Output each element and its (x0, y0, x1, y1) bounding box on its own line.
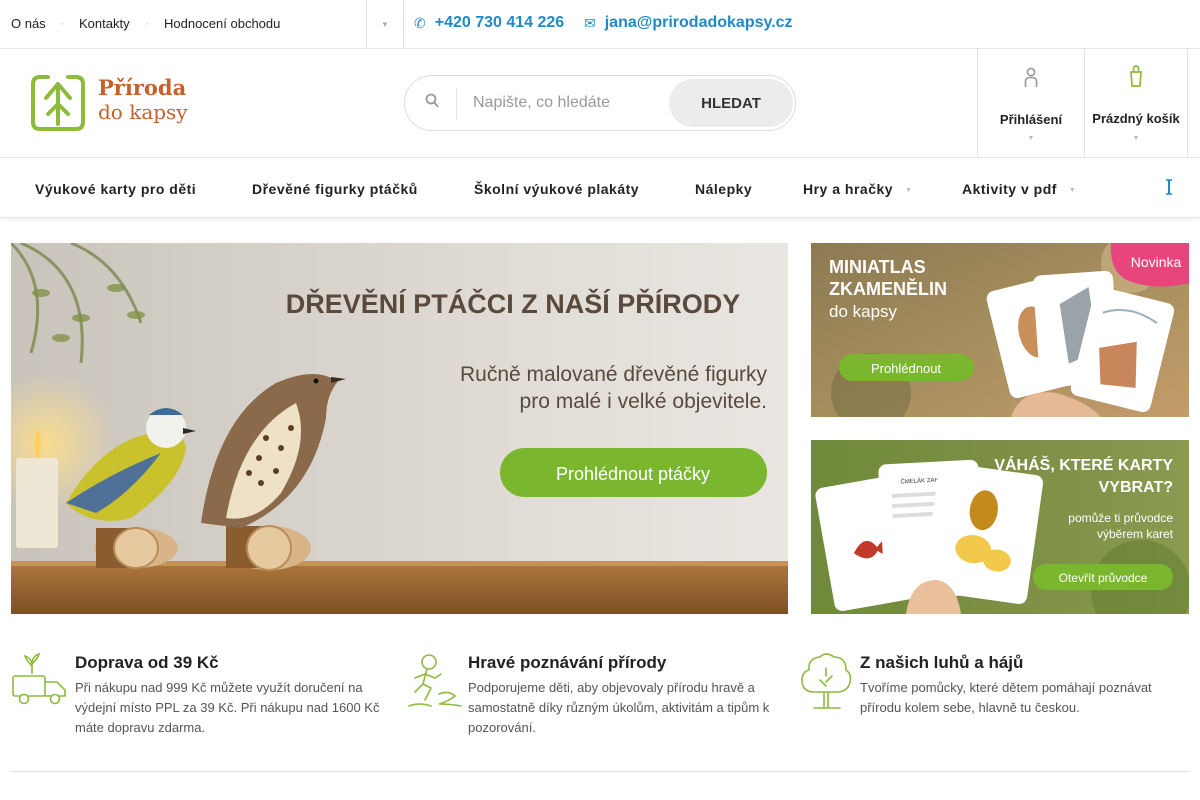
envelope-icon: ✉ (584, 14, 596, 31)
header: Příroda do kapsy HLEDAT Přihlášení ▼ Prá… (0, 49, 1200, 158)
link-shop-reviews[interactable]: Hodnocení obchodu (164, 16, 280, 31)
search-icon (425, 93, 439, 114)
logo-text-line1: Příroda (98, 75, 187, 100)
main-navigation: Výukové karty pro děti Dřevěné figurky p… (0, 158, 1200, 218)
banner-subtitle-1: Ručně malované dřevěné figurky (460, 363, 768, 386)
more-menu-icon[interactable] (1164, 178, 1174, 201)
side2-sub-2: výběrem karet (1097, 527, 1174, 541)
side1-title-3: do kapsy (829, 302, 898, 321)
feature-text: Podporujeme děti, aby objevovaly přírodu… (468, 680, 770, 735)
side-banner-fossil-atlas[interactable]: MINIATLAS ZKAMENĚLIN do kapsy Prohlédnou… (811, 243, 1189, 417)
nav-item-label: Aktivity v pdf (962, 181, 1057, 197)
login-label: Přihlášení (999, 112, 1063, 127)
side2-title-1: VÁHÁŠ, KTERÉ KARTY (994, 455, 1173, 474)
nav-item-games-toys[interactable]: Hry a hračky ▼ (803, 181, 913, 197)
cart-button[interactable]: Prázdný košík ▼ (1084, 49, 1188, 157)
logo[interactable]: Příroda do kapsy (30, 74, 200, 134)
feature-title: Z našich luhů a hájů (860, 653, 1024, 672)
nav-item-educational-cards[interactable]: Výukové karty pro děti (35, 181, 196, 197)
link-contacts[interactable]: Kontakty (79, 16, 130, 31)
search-form: HLEDAT (404, 75, 796, 131)
logo-mark-icon (31, 75, 85, 131)
banner-title: DŘEVĚNÍ PTÁČCI Z NAŠÍ PŘÍRODY (286, 288, 741, 319)
banner-subtitle-2: pro malé i velké objevitele. (520, 390, 767, 413)
email-link[interactable]: ✉ jana@prirodadokapsy.cz (584, 14, 793, 32)
nav-item-label: Hry a hračky (803, 181, 894, 197)
banner-artwork: ČMELÁK ZAHRADNÍ VÁHÁŠ, KTERÉ KARTY VYBRA… (811, 440, 1189, 614)
nav-item-school-posters[interactable]: Školní výukové plakáty (474, 181, 639, 197)
caret-down-icon: ▼ (1027, 135, 1035, 142)
search-button[interactable]: HLEDAT (669, 79, 793, 127)
new-badge: Novinka (1131, 254, 1182, 270)
search-input[interactable] (473, 90, 663, 116)
separator-dot: · (60, 16, 64, 30)
login-button[interactable]: Přihlášení ▼ (977, 49, 1084, 157)
tree-icon (801, 653, 852, 709)
caret-down-icon: ▼ (1132, 135, 1140, 142)
side1-title-1: MINIATLAS (829, 257, 926, 277)
side1-title-2: ZKAMENĚLIN (829, 278, 947, 299)
side2-cta-label: Otevřít průvodce (1059, 571, 1148, 585)
feature-text: Tvoříme pomůcky, které dětem pomáhají po… (860, 680, 1152, 715)
feature-title: Doprava od 39 Kč (75, 653, 219, 672)
link-about[interactable]: O nás (11, 16, 46, 31)
logo-text-line2: do kapsy (98, 100, 188, 124)
nav-item-stickers[interactable]: Nálepky (695, 181, 752, 197)
search-divider (456, 88, 457, 120)
side-banner-card-guide[interactable]: ČMELÁK ZAHRADNÍ VÁHÁŠ, KTERÉ KARTY VYBRA… (811, 440, 1189, 614)
banner-cta-label: Prohlédnout ptáčky (556, 464, 710, 484)
side2-sub-1: pomůže ti průvodce (1068, 511, 1173, 525)
main-banner-wooden-birds[interactable]: DŘEVĚNÍ PTÁČCI Z NAŠÍ PŘÍRODY Ručně malo… (11, 243, 788, 614)
feature-title: Hravé poznávání přírody (468, 653, 667, 672)
chevron-down-icon: ▼ (905, 186, 913, 194)
chevron-down-icon: ▼ (1068, 186, 1077, 194)
separator-dot: · (145, 16, 149, 30)
phone-link[interactable]: ✆ +420 730 414 226 (414, 14, 564, 32)
divider (403, 0, 404, 48)
side1-cta-label: Prohlédnout (871, 361, 941, 376)
phone-icon: ✆ (414, 14, 426, 31)
user-icon (978, 67, 1084, 95)
phone-number: +420 730 414 226 (434, 14, 565, 31)
banner-artwork: DŘEVĚNÍ PTÁČCI Z NAŠÍ PŘÍRODY Ručně malo… (11, 243, 788, 614)
banner-artwork: MINIATLAS ZKAMENĚLIN do kapsy Prohlédnou… (811, 243, 1189, 417)
cart-icon (1085, 64, 1187, 94)
more-links-toggle[interactable]: ▼ (367, 0, 403, 48)
nav-item-pdf-activities[interactable]: Aktivity v pdf ▼ (962, 181, 1076, 197)
side2-title-2: VYBRAT? (1099, 479, 1173, 496)
delivery-truck-icon (12, 652, 66, 705)
email-address: jana@prirodadokapsy.cz (604, 14, 793, 31)
cart-label: Prázdný košík (1092, 111, 1180, 126)
running-child-icon (408, 654, 462, 707)
section-divider (11, 771, 1189, 772)
top-bar: O nás · Kontakty · Hodnocení obchodu ▼ ✆… (0, 0, 1200, 49)
feature-text: Při nákupu nad 999 Kč můžete využít doru… (75, 680, 380, 735)
caret-down-icon: ▼ (381, 19, 389, 29)
nav-item-wooden-birds[interactable]: Dřevěné figurky ptáčků (252, 181, 418, 197)
